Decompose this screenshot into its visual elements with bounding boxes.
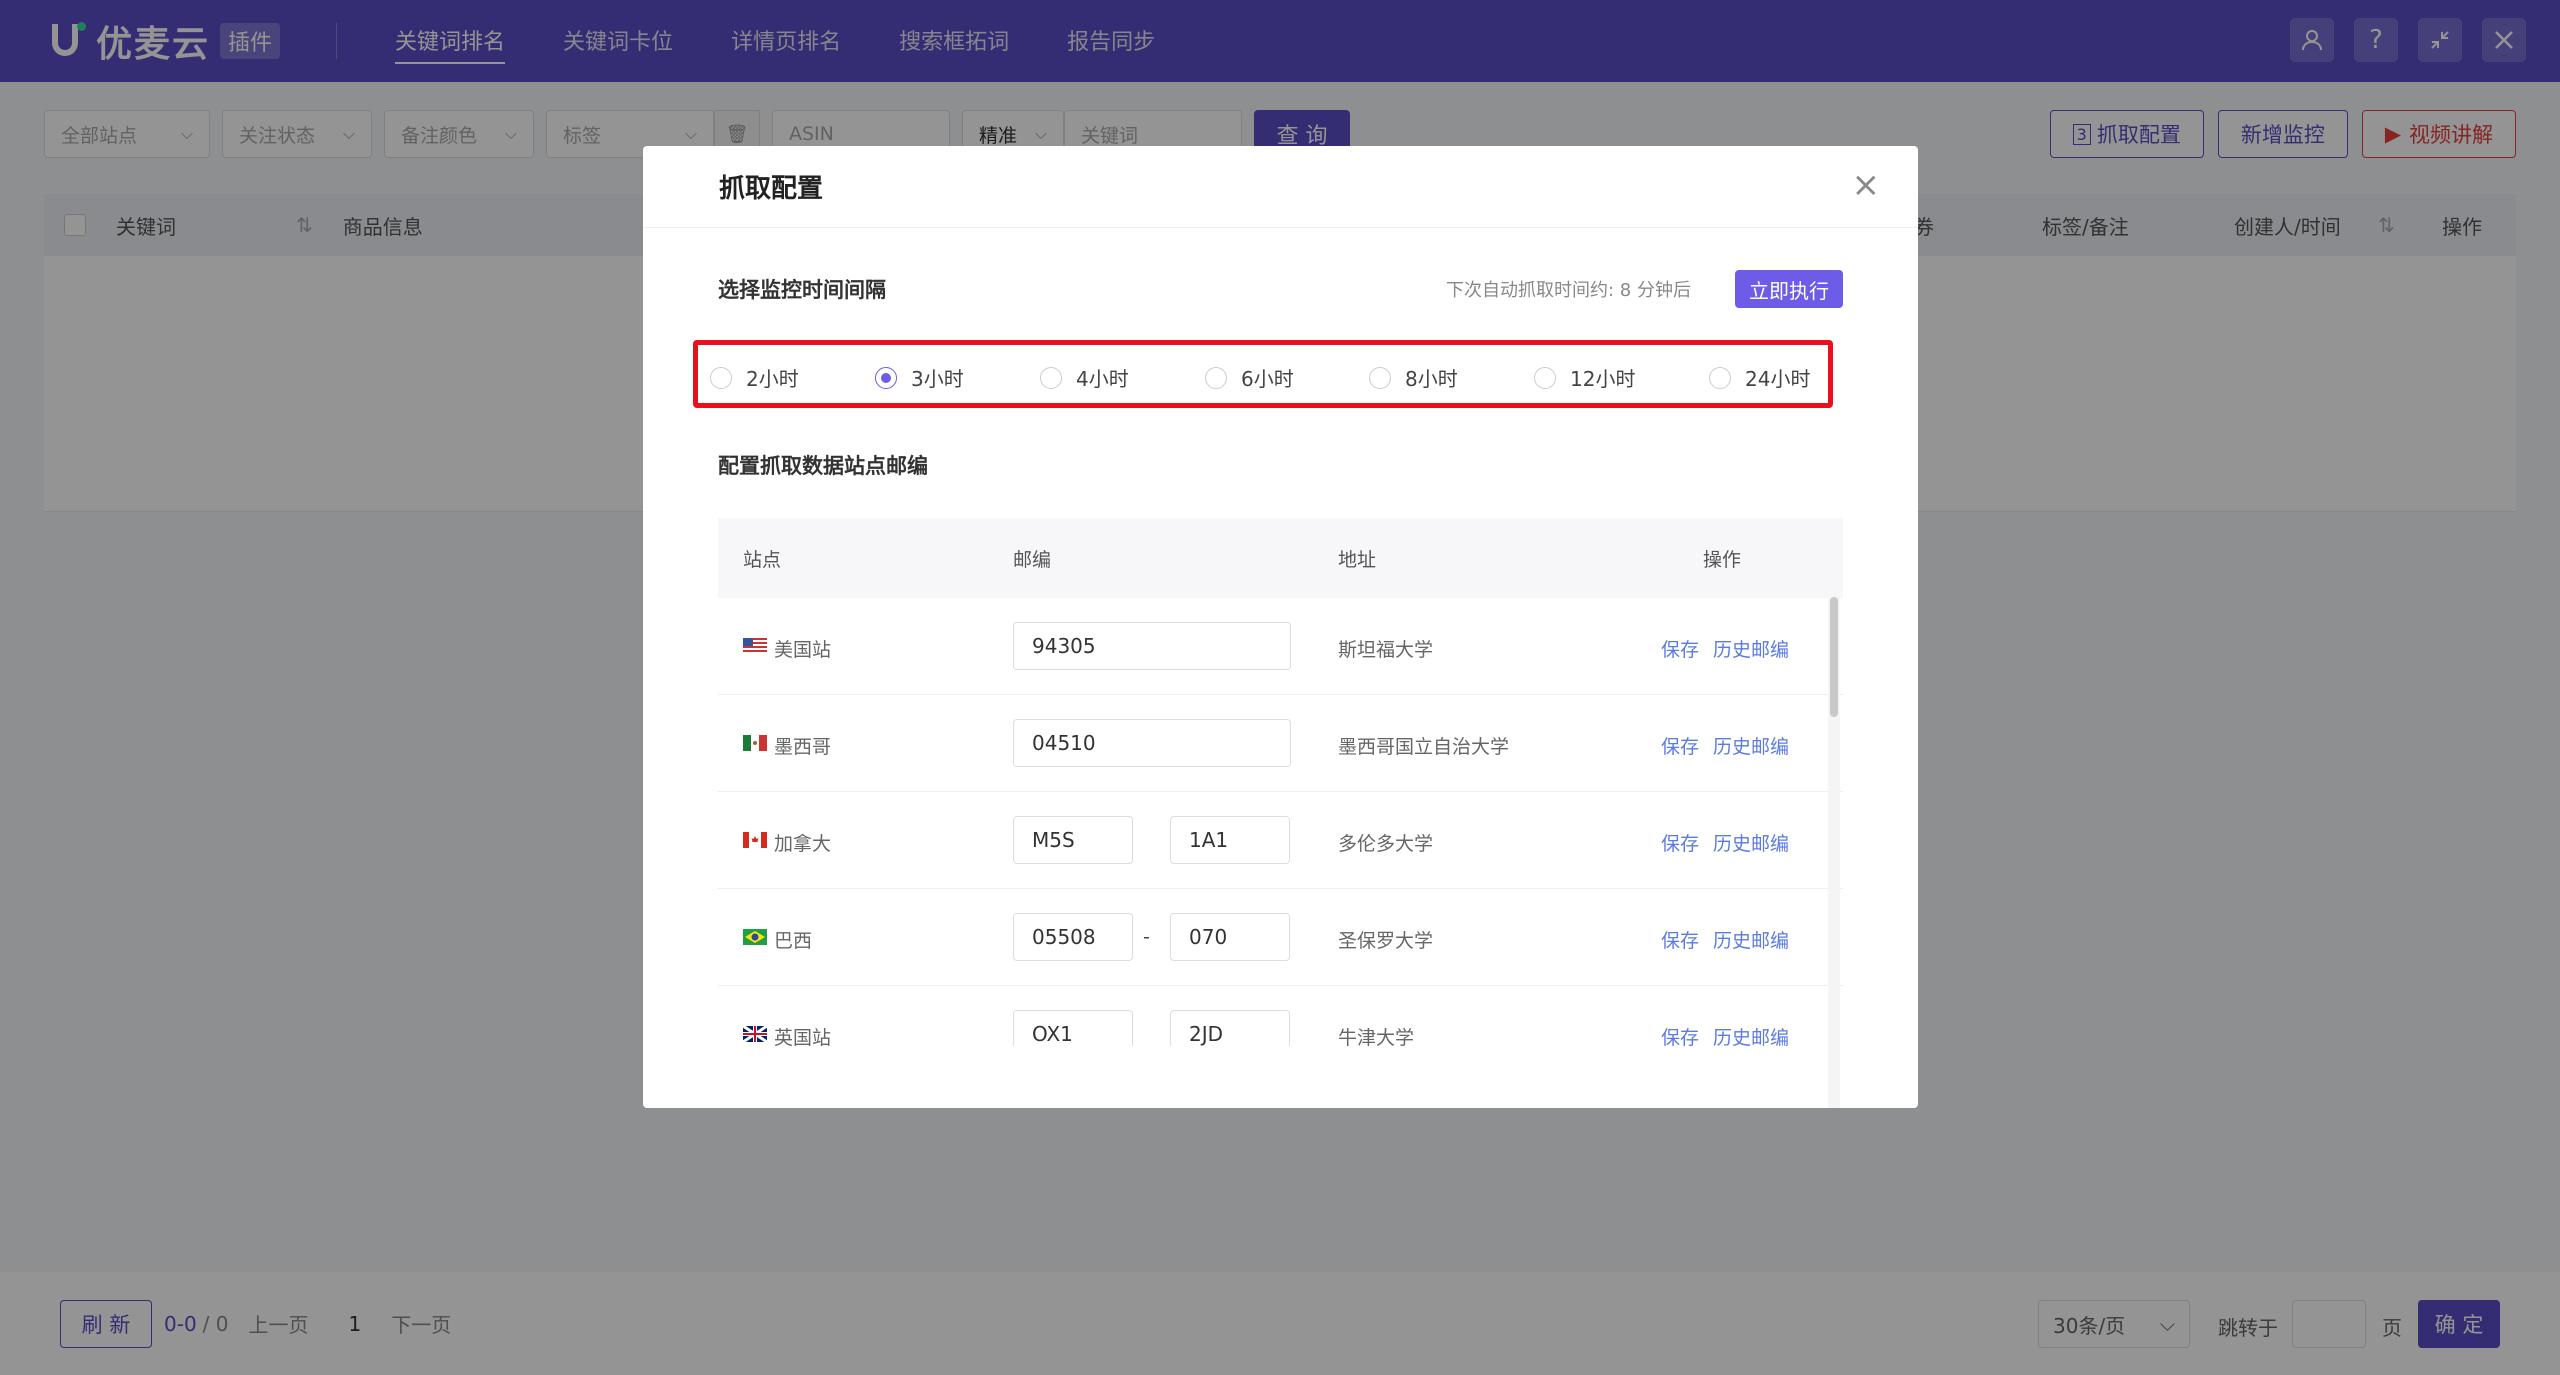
- col-operation: 操作: [1703, 548, 1742, 571]
- history-zip-link[interactable]: 历史邮编: [1713, 833, 1789, 855]
- radio-circle: [1534, 366, 1556, 389]
- save-link[interactable]: 保存: [1661, 639, 1699, 661]
- history-zip-link[interactable]: 历史邮编: [1713, 1027, 1789, 1046]
- close-icon[interactable]: ×: [1852, 168, 1881, 202]
- interval-label: 12小时: [1570, 367, 1636, 391]
- interval-label: 8小时: [1405, 367, 1458, 391]
- zip-dash: -: [1143, 926, 1150, 948]
- save-link[interactable]: 保存: [1661, 930, 1699, 952]
- radio-circle: [875, 366, 897, 389]
- interval-label: 4小时: [1076, 367, 1129, 391]
- col-address: 地址: [1338, 548, 1377, 571]
- history-zip-link[interactable]: 历史邮编: [1713, 639, 1789, 661]
- mx-flag-icon: [743, 735, 767, 751]
- interval-title: 选择监控时间间隔: [718, 278, 886, 302]
- interval-label: 24小时: [1745, 367, 1811, 391]
- interval-radio-group: 2小时 3小时 4小时 6小时 8小时 12小时 24小时: [693, 340, 1833, 408]
- zip-table-scrollbar[interactable]: [1828, 597, 1840, 1108]
- address-text: 多伦多大学: [1338, 833, 1434, 855]
- interval-label: 6小时: [1241, 367, 1294, 391]
- address-text: 圣保罗大学: [1338, 930, 1434, 952]
- zip-input[interactable]: 04510: [1013, 719, 1291, 767]
- next-crawl-time: 下次自动抓取时间约: 8 分钟后: [1446, 280, 1691, 301]
- address-text: 斯坦福大学: [1338, 639, 1434, 661]
- ca-flag-icon: [743, 832, 767, 848]
- table-row: 英国站 OX1 2JD 牛津大学 保存 历史邮编: [718, 986, 1843, 1046]
- address-text: 墨西哥国立自治大学: [1338, 736, 1510, 758]
- site-name: 墨西哥: [774, 736, 832, 758]
- radio-circle: [710, 366, 732, 389]
- save-link[interactable]: 保存: [1661, 833, 1699, 855]
- col-site: 站点: [743, 548, 782, 571]
- interval-option-4h[interactable]: 4小时: [1040, 363, 1129, 392]
- site-name: 巴西: [774, 930, 813, 952]
- radio-circle: [1709, 366, 1731, 389]
- scroll-thumb[interactable]: [1830, 597, 1838, 717]
- zip-input-part2[interactable]: 070: [1170, 913, 1290, 961]
- uk-flag-icon: [743, 1026, 767, 1042]
- table-row: 美国站 94305 斯坦福大学 保存 历史邮编: [718, 598, 1843, 695]
- zip-input-part1[interactable]: OX1: [1013, 1010, 1133, 1046]
- save-link[interactable]: 保存: [1661, 1027, 1699, 1046]
- interval-option-2h[interactable]: 2小时: [710, 363, 799, 392]
- col-zip: 邮编: [1013, 548, 1052, 571]
- interval-option-6h[interactable]: 6小时: [1205, 363, 1294, 392]
- radio-circle: [1040, 366, 1062, 389]
- save-link[interactable]: 保存: [1661, 736, 1699, 758]
- radio-circle: [1205, 366, 1227, 389]
- history-zip-link[interactable]: 历史邮编: [1713, 930, 1789, 952]
- zip-table: 站点 邮编 地址 操作 美国站 94305 斯坦福大学 保存 历史邮编 墨西哥 0…: [718, 518, 1843, 1108]
- zip-input-part1[interactable]: 05508: [1013, 913, 1133, 961]
- zip-table-header: 站点 邮编 地址 操作: [718, 518, 1843, 598]
- interval-label: 3小时: [911, 367, 964, 391]
- zip-title: 配置抓取数据站点邮编: [718, 454, 928, 478]
- site-name: 美国站: [774, 639, 832, 661]
- interval-option-24h[interactable]: 24小时: [1709, 363, 1810, 392]
- address-text: 牛津大学: [1338, 1027, 1415, 1046]
- history-zip-link[interactable]: 历史邮编: [1713, 736, 1789, 758]
- interval-label: 2小时: [746, 367, 799, 391]
- table-row: 巴西 05508 - 070 圣保罗大学 保存 历史邮编: [718, 889, 1843, 986]
- table-row: 墨西哥 04510 墨西哥国立自治大学 保存 历史邮编: [718, 695, 1843, 792]
- table-row: 加拿大 M5S 1A1 多伦多大学 保存 历史邮编: [718, 792, 1843, 889]
- interval-option-8h[interactable]: 8小时: [1369, 363, 1458, 392]
- us-flag-icon: [743, 638, 767, 654]
- zip-input[interactable]: 94305: [1013, 622, 1291, 670]
- execute-now-button[interactable]: 立即执行: [1735, 270, 1843, 308]
- crawl-config-modal: 抓取配置 × 选择监控时间间隔 下次自动抓取时间约: 8 分钟后 立即执行 2小…: [643, 146, 1918, 1108]
- zip-input-part2[interactable]: 1A1: [1170, 816, 1290, 864]
- site-name: 加拿大: [774, 833, 832, 855]
- interval-option-12h[interactable]: 12小时: [1534, 363, 1635, 392]
- interval-option-3h[interactable]: 3小时: [875, 363, 964, 392]
- modal-title: 抓取配置: [719, 174, 824, 204]
- zip-input-part1[interactable]: M5S: [1013, 816, 1133, 864]
- radio-circle: [1369, 366, 1391, 389]
- zip-input-part2[interactable]: 2JD: [1170, 1010, 1290, 1046]
- site-name: 英国站: [774, 1027, 832, 1046]
- br-flag-icon: [743, 929, 767, 945]
- modal-header: 抓取配置 ×: [643, 146, 1918, 228]
